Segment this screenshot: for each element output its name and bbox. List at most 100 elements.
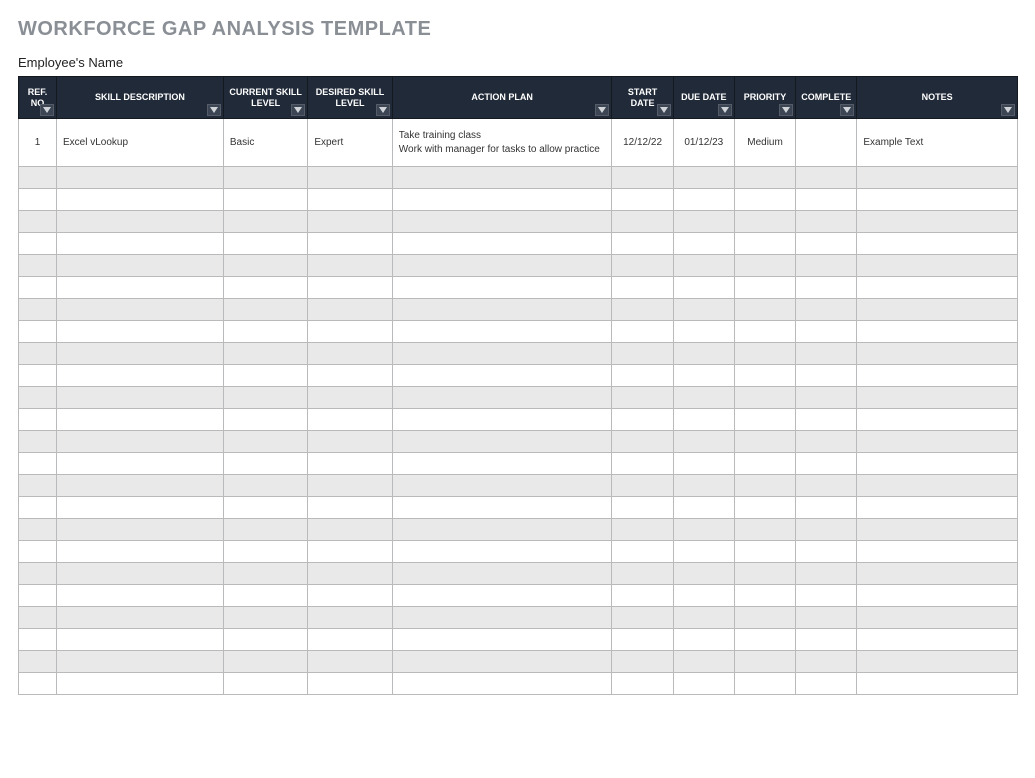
empty-cell[interactable]: [612, 475, 673, 497]
empty-cell[interactable]: [612, 651, 673, 673]
empty-cell[interactable]: [57, 365, 224, 387]
empty-cell[interactable]: [734, 211, 795, 233]
empty-cell[interactable]: [734, 563, 795, 585]
empty-cell[interactable]: [673, 233, 734, 255]
empty-cell[interactable]: [57, 387, 224, 409]
empty-cell[interactable]: [308, 585, 392, 607]
cell-action[interactable]: Take training class Work with manager fo…: [392, 119, 612, 167]
empty-cell[interactable]: [796, 321, 857, 343]
empty-cell[interactable]: [796, 167, 857, 189]
cell-ref[interactable]: 1: [19, 119, 57, 167]
empty-cell[interactable]: [392, 563, 612, 585]
empty-cell[interactable]: [392, 541, 612, 563]
empty-cell[interactable]: [308, 563, 392, 585]
empty-cell[interactable]: [308, 453, 392, 475]
empty-cell[interactable]: [223, 651, 307, 673]
empty-cell[interactable]: [223, 343, 307, 365]
empty-cell[interactable]: [796, 343, 857, 365]
empty-cell[interactable]: [223, 541, 307, 563]
empty-cell[interactable]: [734, 651, 795, 673]
empty-cell[interactable]: [19, 519, 57, 541]
empty-cell[interactable]: [57, 343, 224, 365]
empty-cell[interactable]: [673, 453, 734, 475]
empty-cell[interactable]: [223, 475, 307, 497]
empty-cell[interactable]: [392, 497, 612, 519]
empty-cell[interactable]: [612, 299, 673, 321]
empty-cell[interactable]: [673, 189, 734, 211]
empty-cell[interactable]: [857, 387, 1018, 409]
empty-cell[interactable]: [857, 651, 1018, 673]
empty-cell[interactable]: [57, 409, 224, 431]
empty-cell[interactable]: [796, 651, 857, 673]
empty-cell[interactable]: [223, 453, 307, 475]
empty-cell[interactable]: [19, 299, 57, 321]
filter-icon[interactable]: [840, 104, 854, 116]
empty-cell[interactable]: [857, 343, 1018, 365]
empty-cell[interactable]: [223, 211, 307, 233]
empty-cell[interactable]: [308, 431, 392, 453]
empty-cell[interactable]: [796, 519, 857, 541]
empty-cell[interactable]: [19, 475, 57, 497]
empty-cell[interactable]: [796, 541, 857, 563]
empty-cell[interactable]: [308, 233, 392, 255]
empty-cell[interactable]: [857, 211, 1018, 233]
empty-cell[interactable]: [857, 233, 1018, 255]
empty-cell[interactable]: [734, 189, 795, 211]
empty-cell[interactable]: [796, 607, 857, 629]
empty-cell[interactable]: [857, 189, 1018, 211]
empty-cell[interactable]: [19, 497, 57, 519]
empty-cell[interactable]: [57, 189, 224, 211]
empty-cell[interactable]: [57, 233, 224, 255]
empty-cell[interactable]: [857, 299, 1018, 321]
empty-cell[interactable]: [223, 497, 307, 519]
empty-cell[interactable]: [223, 167, 307, 189]
empty-cell[interactable]: [734, 255, 795, 277]
empty-cell[interactable]: [857, 673, 1018, 695]
empty-cell[interactable]: [19, 233, 57, 255]
empty-cell[interactable]: [392, 321, 612, 343]
empty-cell[interactable]: [223, 519, 307, 541]
empty-cell[interactable]: [796, 497, 857, 519]
empty-cell[interactable]: [392, 167, 612, 189]
empty-cell[interactable]: [673, 541, 734, 563]
filter-icon[interactable]: [40, 104, 54, 116]
empty-cell[interactable]: [57, 673, 224, 695]
empty-cell[interactable]: [57, 255, 224, 277]
empty-cell[interactable]: [612, 607, 673, 629]
empty-cell[interactable]: [857, 277, 1018, 299]
empty-cell[interactable]: [19, 585, 57, 607]
empty-cell[interactable]: [673, 211, 734, 233]
empty-cell[interactable]: [612, 167, 673, 189]
filter-icon[interactable]: [779, 104, 793, 116]
empty-cell[interactable]: [57, 607, 224, 629]
empty-cell[interactable]: [857, 519, 1018, 541]
empty-cell[interactable]: [734, 673, 795, 695]
empty-cell[interactable]: [734, 519, 795, 541]
empty-cell[interactable]: [308, 541, 392, 563]
empty-cell[interactable]: [308, 519, 392, 541]
empty-cell[interactable]: [612, 277, 673, 299]
empty-cell[interactable]: [19, 563, 57, 585]
empty-cell[interactable]: [612, 519, 673, 541]
empty-cell[interactable]: [734, 343, 795, 365]
empty-cell[interactable]: [734, 277, 795, 299]
empty-cell[interactable]: [223, 409, 307, 431]
empty-cell[interactable]: [57, 321, 224, 343]
empty-cell[interactable]: [796, 365, 857, 387]
empty-cell[interactable]: [612, 629, 673, 651]
empty-cell[interactable]: [223, 365, 307, 387]
empty-cell[interactable]: [612, 321, 673, 343]
cell-notes[interactable]: Example Text: [857, 119, 1018, 167]
empty-cell[interactable]: [857, 431, 1018, 453]
empty-cell[interactable]: [392, 673, 612, 695]
empty-cell[interactable]: [673, 475, 734, 497]
empty-cell[interactable]: [392, 365, 612, 387]
filter-icon[interactable]: [657, 104, 671, 116]
empty-cell[interactable]: [392, 409, 612, 431]
empty-cell[interactable]: [796, 453, 857, 475]
empty-cell[interactable]: [57, 519, 224, 541]
empty-cell[interactable]: [308, 365, 392, 387]
empty-cell[interactable]: [19, 673, 57, 695]
empty-cell[interactable]: [57, 629, 224, 651]
cell-due[interactable]: 01/12/23: [673, 119, 734, 167]
